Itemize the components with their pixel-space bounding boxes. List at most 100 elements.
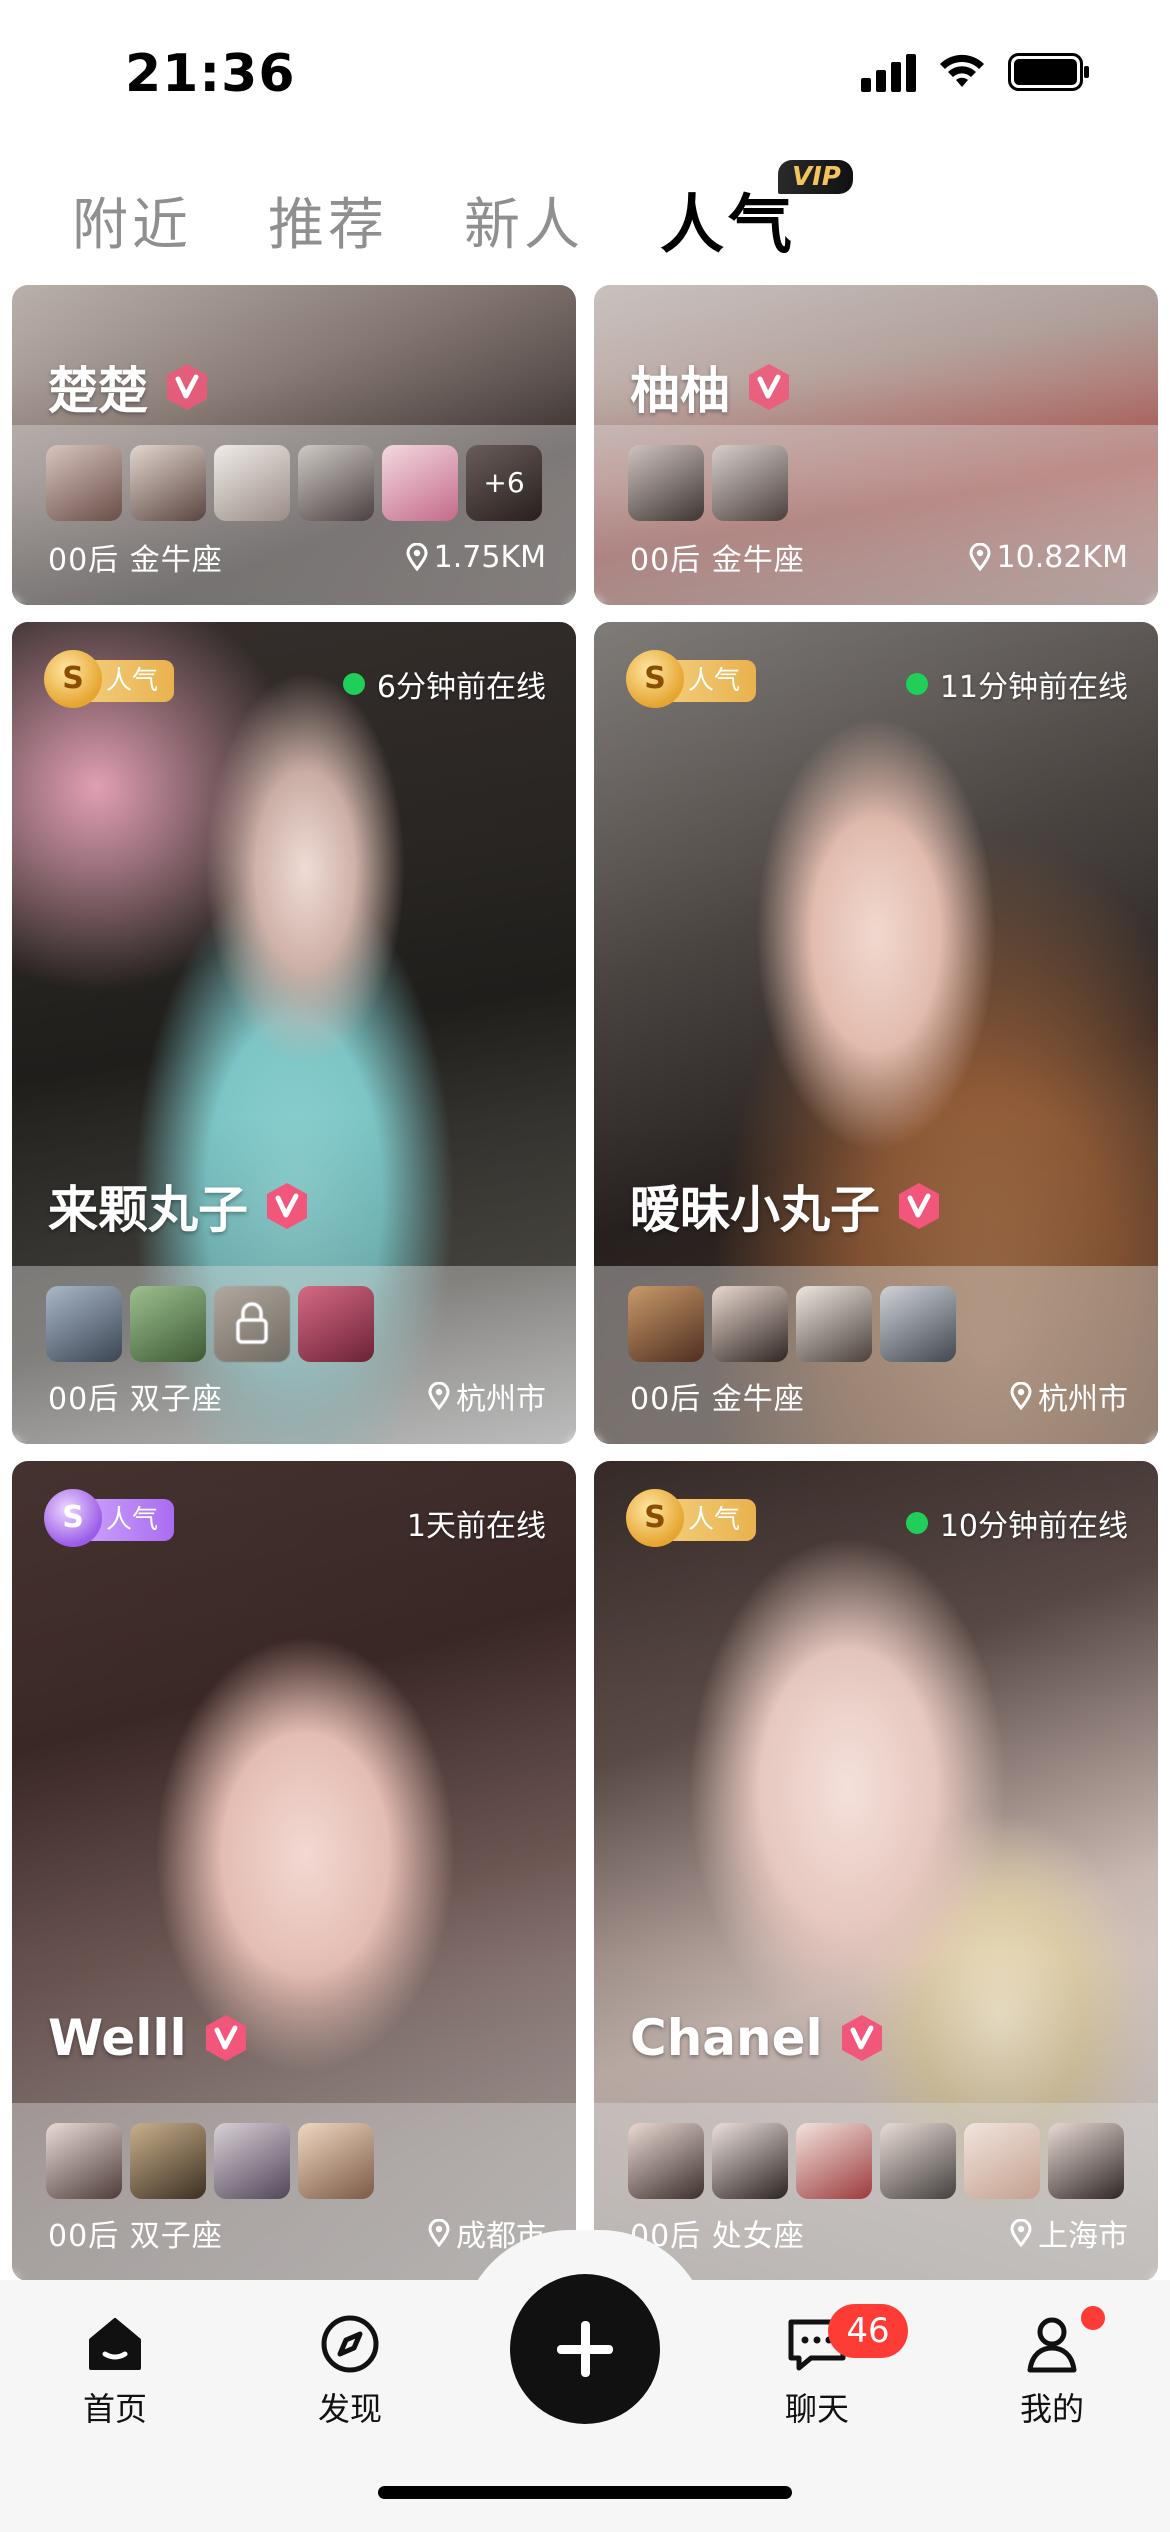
s-rank-icon: S: [626, 1489, 684, 1547]
online-status: 6分钟前在线: [342, 662, 546, 706]
verified-badge-icon: [167, 364, 207, 410]
verified-badge-icon: [841, 2015, 882, 2061]
profile-card[interactable]: 柚柚 00后 金牛座 10.82KM: [594, 285, 1158, 605]
tab-recommended[interactable]: 推荐: [268, 180, 388, 261]
popularity-badge: S 人气: [626, 650, 757, 708]
online-dot-icon: [342, 673, 365, 695]
photo-thumb[interactable]: [130, 2123, 206, 2199]
age-zodiac: 00后 双子座: [48, 1382, 223, 1417]
location-text: 10.82KM: [996, 539, 1128, 575]
photo-thumb[interactable]: [298, 445, 374, 521]
photo-thumb[interactable]: [880, 1286, 956, 1362]
verified-badge-icon: [749, 364, 789, 410]
profile-meta: 00后 处女座 上海市: [630, 2211, 1128, 2255]
photo-thumb[interactable]: [628, 2123, 704, 2199]
vip-badge: VIP: [778, 160, 853, 194]
photo-thumb[interactable]: [46, 445, 122, 521]
profile-name: 来颗丸子: [48, 1181, 248, 1239]
verified-badge-icon: [899, 1183, 939, 1229]
photo-thumb[interactable]: [298, 1286, 374, 1362]
photo-thumb[interactable]: [382, 445, 458, 521]
info-panel: 00后 金牛座 10.82KM: [594, 425, 1158, 605]
name-row: 柚柚: [630, 351, 792, 423]
photo-thumb[interactable]: [796, 2123, 872, 2199]
photo-thumbs: [628, 445, 788, 521]
profile-card[interactable]: S 人气 6分钟前在线 来颗丸子 00后 双子座 杭州市: [12, 622, 576, 1444]
photo-thumb[interactable]: [214, 445, 290, 521]
location-pin-icon: [1010, 2219, 1032, 2247]
location-pin-icon: [969, 543, 991, 571]
profile-name: Welll: [48, 2009, 187, 2067]
nav-me-label: 我的: [1019, 2390, 1084, 2428]
photo-thumb[interactable]: [964, 2123, 1040, 2199]
popularity-label: 人气: [688, 666, 741, 696]
online-text: 6分钟前在线: [376, 670, 546, 705]
location: 杭州市: [428, 1374, 546, 1418]
nav-home[interactable]: 首页: [40, 2312, 190, 2430]
tab-popular[interactable]: 人气 VIP: [660, 160, 853, 266]
photo-thumb[interactable]: [1048, 2123, 1124, 2199]
cellular-signal-icon: [861, 52, 916, 92]
online-text: 10分钟前在线: [939, 1509, 1128, 1544]
status-icons: [861, 52, 1090, 92]
s-plus-rank-icon: S: [44, 1489, 102, 1547]
photo-thumb[interactable]: [628, 1286, 704, 1362]
location-text: 1.75KM: [433, 539, 546, 575]
photo-thumb[interactable]: [298, 2123, 374, 2199]
photo-thumb[interactable]: [712, 1286, 788, 1362]
popularity-label: 人气: [688, 1505, 741, 1535]
status-time: 21:36: [125, 44, 296, 104]
person-icon: [1027, 2317, 1077, 2373]
age-zodiac: 00后 金牛座: [48, 543, 223, 578]
location: 1.75KM: [406, 535, 546, 579]
name-row: 暧昧小丸子: [630, 1170, 942, 1242]
name-row: Chanel: [630, 2009, 885, 2067]
info-panel: 00后 双子座 成都市: [12, 2103, 576, 2280]
photo-thumb[interactable]: [796, 1286, 872, 1362]
photo-thumb[interactable]: [214, 2123, 290, 2199]
profile-card[interactable]: S 人气 10分钟前在线 Chanel 00后 处女座 上海市: [594, 1461, 1158, 2280]
profile-feed[interactable]: 楚楚 +6 00后 金牛座 1.75KM 柚柚 00后 金牛座 10.82KM …: [0, 285, 1170, 2280]
compass-icon: [321, 2315, 379, 2373]
name-row: 来颗丸子: [48, 1170, 310, 1242]
photo-thumb-locked[interactable]: [214, 1286, 290, 1362]
photo-thumb[interactable]: [130, 445, 206, 521]
profile-meta: 00后 金牛座 10.82KM: [630, 535, 1128, 579]
home-indicator[interactable]: [378, 2486, 792, 2499]
nav-chat[interactable]: 46 聊天: [742, 2304, 908, 2430]
tab-nearby[interactable]: 附近: [72, 180, 192, 261]
photo-thumbs: [628, 1286, 956, 1362]
popularity-badge: S 人气: [44, 1489, 175, 1547]
profile-card[interactable]: S 人气 11分钟前在线 暧昧小丸子 00后 金牛座 杭州市: [594, 622, 1158, 1444]
photo-thumb[interactable]: [46, 1286, 122, 1362]
location: 10.82KM: [969, 535, 1128, 579]
photo-thumb[interactable]: [628, 445, 704, 521]
photo-thumb[interactable]: [130, 1286, 206, 1362]
online-dot-icon: [905, 673, 928, 695]
photo-thumb[interactable]: [46, 2123, 122, 2199]
battery-icon: [1008, 53, 1090, 91]
photo-thumbs: [46, 2123, 374, 2199]
nav-me[interactable]: 我的: [977, 2306, 1127, 2430]
add-button[interactable]: [510, 2274, 660, 2424]
profile-card[interactable]: S 人气 1天前在线 Welll 00后 双子座 成都市: [12, 1461, 576, 2280]
profile-meta: 00后 双子座 杭州市: [48, 1374, 546, 1418]
unread-count-badge: 46: [828, 2304, 908, 2358]
age-zodiac: 00后 金牛座: [630, 543, 805, 578]
profile-name: 柚柚: [630, 362, 730, 420]
popularity-badge: S 人气: [626, 1489, 757, 1547]
photo-thumb[interactable]: [712, 445, 788, 521]
online-status: 11分钟前在线: [905, 662, 1128, 706]
popularity-label: 人气: [106, 666, 159, 696]
age-zodiac: 00后 金牛座: [630, 1382, 805, 1417]
photo-thumb[interactable]: [712, 2123, 788, 2199]
more-count: +6: [466, 445, 542, 521]
profile-card[interactable]: 楚楚 +6 00后 金牛座 1.75KM: [12, 285, 576, 605]
nav-discover[interactable]: 发现: [275, 2312, 425, 2430]
photo-thumb[interactable]: [880, 2123, 956, 2199]
location: 杭州市: [1010, 1374, 1128, 1418]
tab-new[interactable]: 新人: [464, 180, 584, 261]
photo-thumb-more[interactable]: +6: [466, 445, 542, 521]
verified-badge-icon: [267, 1183, 307, 1229]
profile-meta: 00后 金牛座 1.75KM: [48, 535, 546, 579]
